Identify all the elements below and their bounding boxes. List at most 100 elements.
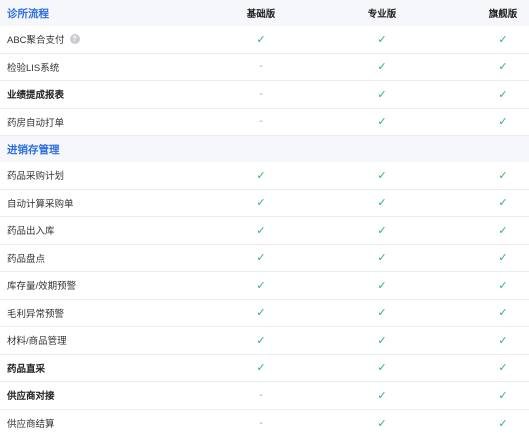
plan-cell: ✓: [473, 410, 529, 437]
plan-cell: ✓: [473, 300, 529, 327]
section-header-row: 进销存管理: [0, 136, 529, 162]
check-icon: ✓: [377, 306, 386, 319]
section-title: 诊所流程: [7, 0, 49, 26]
plan-cell: ✓: [473, 26, 529, 53]
check-icon: ✓: [377, 361, 386, 374]
feature-row: 供应商对接 - ✓ ✓: [0, 382, 529, 410]
plan-cell: ✓: [352, 162, 412, 189]
plan-cell: ✓: [231, 245, 291, 272]
feature-row: 药品直采✓✓✓: [0, 355, 529, 383]
plan-column-header: 基础版: [231, 0, 291, 26]
feature-name: 药品直采: [7, 361, 45, 375]
feature-label: 自动计算采购单: [7, 190, 74, 217]
plan-cell: -: [231, 54, 291, 81]
check-icon: ✓: [256, 224, 265, 237]
feature-name: 药品出入库: [7, 223, 55, 237]
feature-name: 供应商结算: [7, 416, 55, 430]
plan-cell: ✓: [352, 54, 412, 81]
check-icon: ✓: [498, 224, 507, 237]
feature-row: 自动计算采购单✓✓✓: [0, 190, 529, 218]
check-icon: ✓: [256, 169, 265, 182]
plan-cell: ✓: [473, 162, 529, 189]
check-icon: ✓: [498, 417, 507, 430]
feature-name: 材料/商品管理: [7, 333, 67, 347]
feature-label: 业绩提成报表: [7, 81, 64, 108]
feature-row: 材料/商品管理 ✓ ✓ ✓: [0, 327, 529, 355]
feature-label: 药品出入库: [7, 217, 55, 244]
plan-cell: ✓: [231, 300, 291, 327]
feature-label: 药品直采: [7, 355, 45, 382]
check-icon: ✓: [498, 115, 507, 128]
feature-row: 库存量/效期预警✓✓✓: [0, 272, 529, 300]
not-included-dash: -: [259, 89, 262, 100]
section-header-row: 诊所流程基础版专业版旗舰版: [0, 0, 529, 26]
check-icon: ✓: [377, 417, 386, 430]
plan-cell: ✓: [352, 410, 412, 437]
plan-cell: -: [231, 109, 291, 136]
plan-cell: ✓: [352, 300, 412, 327]
check-icon: ✓: [377, 224, 386, 237]
feature-name: 库存量/效期预警: [7, 278, 76, 292]
feature-label: 药品采购计划: [7, 162, 64, 189]
plan-cell: ✓: [473, 54, 529, 81]
feature-name: 供应商对接: [7, 388, 55, 402]
check-icon: ✓: [498, 361, 507, 374]
check-icon: ✓: [377, 115, 386, 128]
check-icon: ✓: [377, 169, 386, 182]
check-icon: ✓: [498, 279, 507, 292]
feature-row: 药品出入库 ✓ ✓ ✓: [0, 217, 529, 245]
feature-row: 药品盘点 ✓ ✓ ✓: [0, 245, 529, 273]
plan-cell: ✓: [352, 382, 412, 409]
plan-cell: -: [231, 410, 291, 437]
plan-cell: ✓: [231, 190, 291, 217]
feature-name: 业绩提成报表: [7, 87, 64, 101]
feature-row: 供应商结算 - ✓ ✓: [0, 410, 529, 437]
plan-cell: ✓: [352, 217, 412, 244]
feature-name: 自动计算采购单: [7, 196, 74, 210]
check-icon: ✓: [377, 389, 386, 402]
feature-comparison-table: 诊所流程基础版专业版旗舰版ABC聚合支付?✓✓✓检验LIS系统-✓✓业绩提成报表…: [0, 0, 529, 437]
feature-row: 毛利异常预警 ✓ ✓ ✓: [0, 300, 529, 328]
check-icon: ✓: [256, 251, 265, 264]
check-icon: ✓: [498, 196, 507, 209]
feature-label: 供应商对接: [7, 382, 55, 409]
check-icon: ✓: [256, 334, 265, 347]
feature-label: 检验LIS系统: [7, 54, 59, 81]
plan-cell: ✓: [473, 245, 529, 272]
plan-cell: ✓: [352, 26, 412, 53]
plan-cell: -: [231, 81, 291, 108]
plan-cell: -: [231, 382, 291, 409]
plan-cell: ✓: [352, 81, 412, 108]
plan-column-header: 旗舰版: [473, 0, 529, 26]
feature-label: 毛利异常预警: [7, 300, 64, 327]
check-icon: ✓: [377, 334, 386, 347]
plan-cell: ✓: [473, 327, 529, 354]
plan-cell: ✓: [231, 327, 291, 354]
plan-cell: ✓: [473, 382, 529, 409]
check-icon: ✓: [377, 33, 386, 46]
feature-row: 药房自动打单-✓✓: [0, 109, 529, 137]
check-icon: ✓: [377, 279, 386, 292]
plan-cell: ✓: [352, 355, 412, 382]
feature-row: 检验LIS系统 - ✓ ✓: [0, 54, 529, 82]
check-icon: ✓: [256, 33, 265, 46]
not-included-dash: -: [259, 390, 262, 401]
feature-label: 材料/商品管理: [7, 327, 67, 354]
plan-cell: ✓: [352, 327, 412, 354]
plan-cell: ✓: [473, 109, 529, 136]
feature-name: 检验LIS系统: [7, 60, 59, 74]
not-included-dash: -: [259, 418, 262, 429]
feature-label: 药品盘点: [7, 245, 45, 272]
plan-cell: ✓: [352, 272, 412, 299]
plan-cell: ✓: [231, 26, 291, 53]
not-included-dash: -: [259, 61, 262, 72]
check-icon: ✓: [377, 251, 386, 264]
feature-name: 药品采购计划: [7, 168, 64, 182]
feature-label: 库存量/效期预警: [7, 272, 76, 299]
question-circle-icon[interactable]: ?: [70, 34, 80, 44]
feature-name: ABC聚合支付: [7, 32, 65, 46]
plan-cell: ✓: [473, 355, 529, 382]
check-icon: ✓: [498, 389, 507, 402]
feature-row: 药品采购计划 ✓ ✓ ✓: [0, 162, 529, 190]
check-icon: ✓: [377, 60, 386, 73]
